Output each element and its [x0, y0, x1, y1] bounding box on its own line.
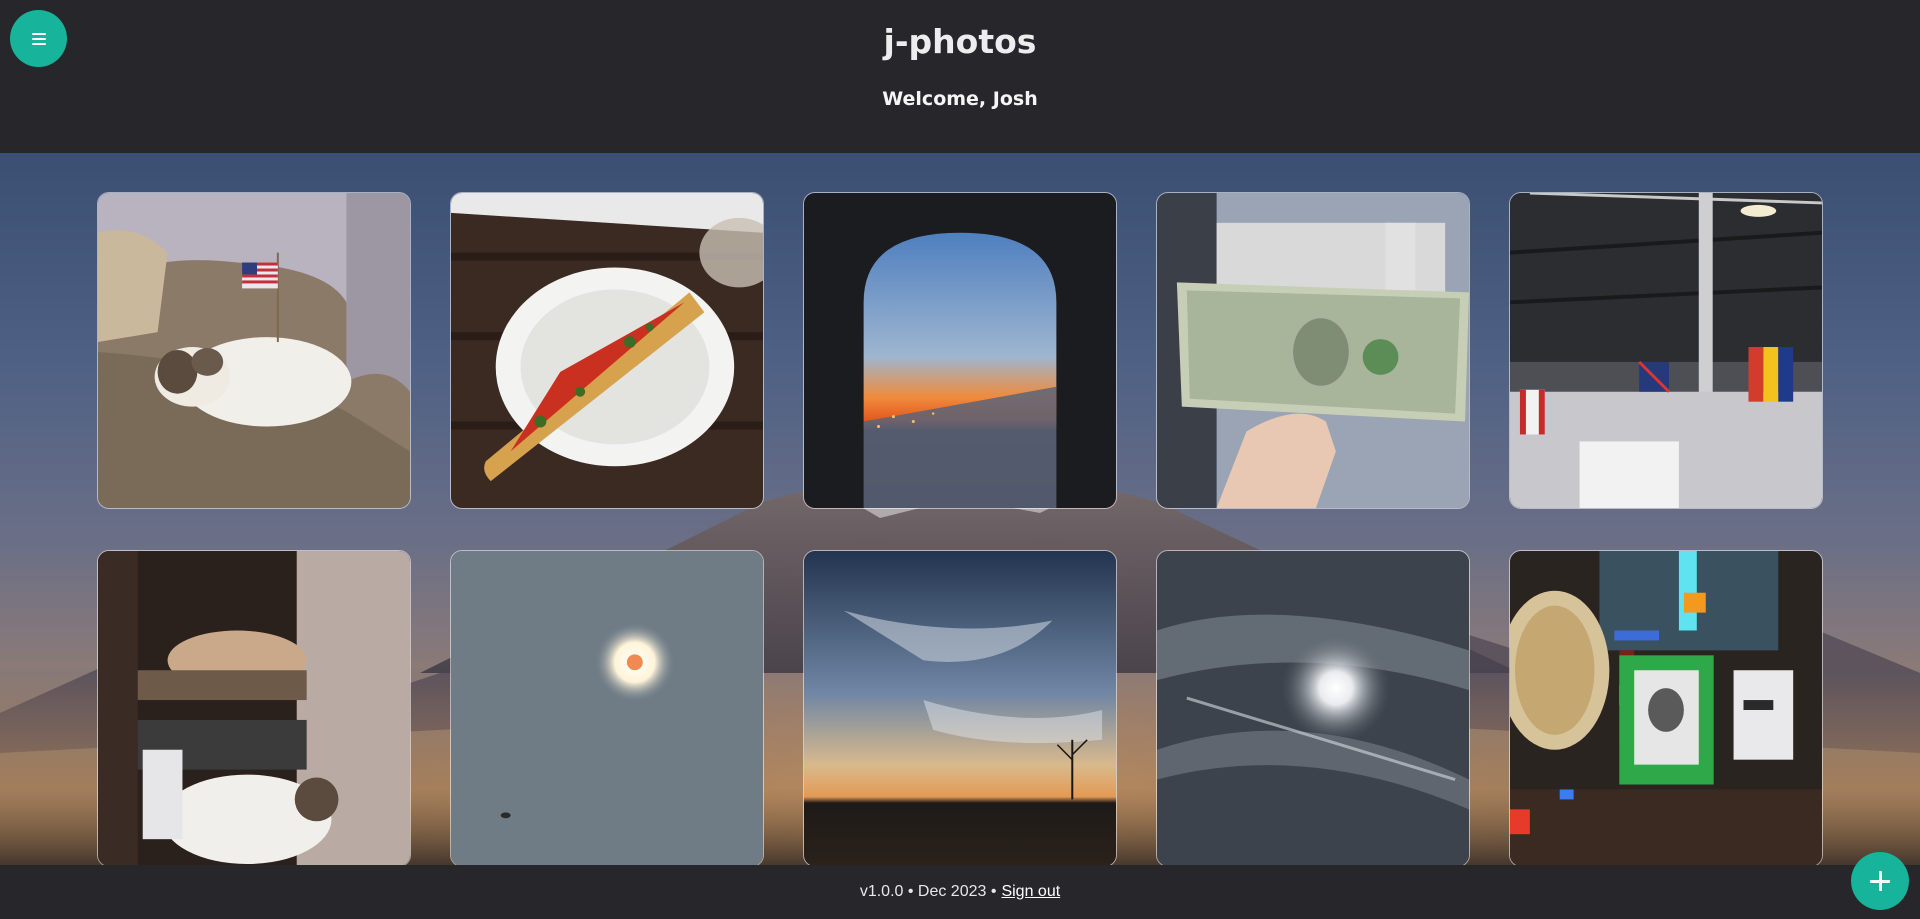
photo-tile[interactable]	[803, 192, 1117, 509]
welcome-message: Welcome, Josh	[882, 88, 1038, 110]
photo-dog-couch	[98, 193, 410, 508]
photo-airplane-window	[804, 193, 1116, 508]
photo-grid	[97, 192, 1823, 865]
photo-tile[interactable]	[803, 550, 1117, 865]
photo-desk-globe	[1510, 551, 1822, 865]
photo-tile[interactable]	[97, 550, 411, 865]
version-text: v1.0.0 • Dec 2023 •	[859, 883, 997, 900]
photo-dogs-closet	[98, 551, 410, 865]
photo-sunset-field	[804, 551, 1116, 865]
sign-out-link[interactable]: Sign out	[1001, 883, 1060, 901]
photo-tile[interactable]	[1156, 192, 1470, 509]
plus-icon	[1870, 871, 1890, 891]
app-footer: v1.0.0 • Dec 2023 • Sign out	[0, 865, 1920, 919]
photo-tile[interactable]	[97, 192, 411, 509]
photo-moon-clouds	[1157, 551, 1469, 865]
photo-tile[interactable]	[1156, 550, 1470, 865]
photo-eclipse	[451, 551, 763, 865]
app-title: j-photos	[883, 22, 1037, 61]
photo-gallery-area	[0, 153, 1920, 865]
photo-warehouse-flags	[1510, 193, 1822, 508]
photo-tile[interactable]	[450, 550, 764, 865]
photo-tile[interactable]	[1509, 192, 1823, 509]
photo-dollar-bill	[1157, 193, 1469, 508]
app-header: j-photos Welcome, Josh	[0, 0, 1920, 153]
photo-tile[interactable]	[1509, 550, 1823, 865]
photo-pizza	[451, 193, 763, 508]
photo-tile[interactable]	[450, 192, 764, 509]
add-photo-button[interactable]	[1851, 852, 1909, 910]
